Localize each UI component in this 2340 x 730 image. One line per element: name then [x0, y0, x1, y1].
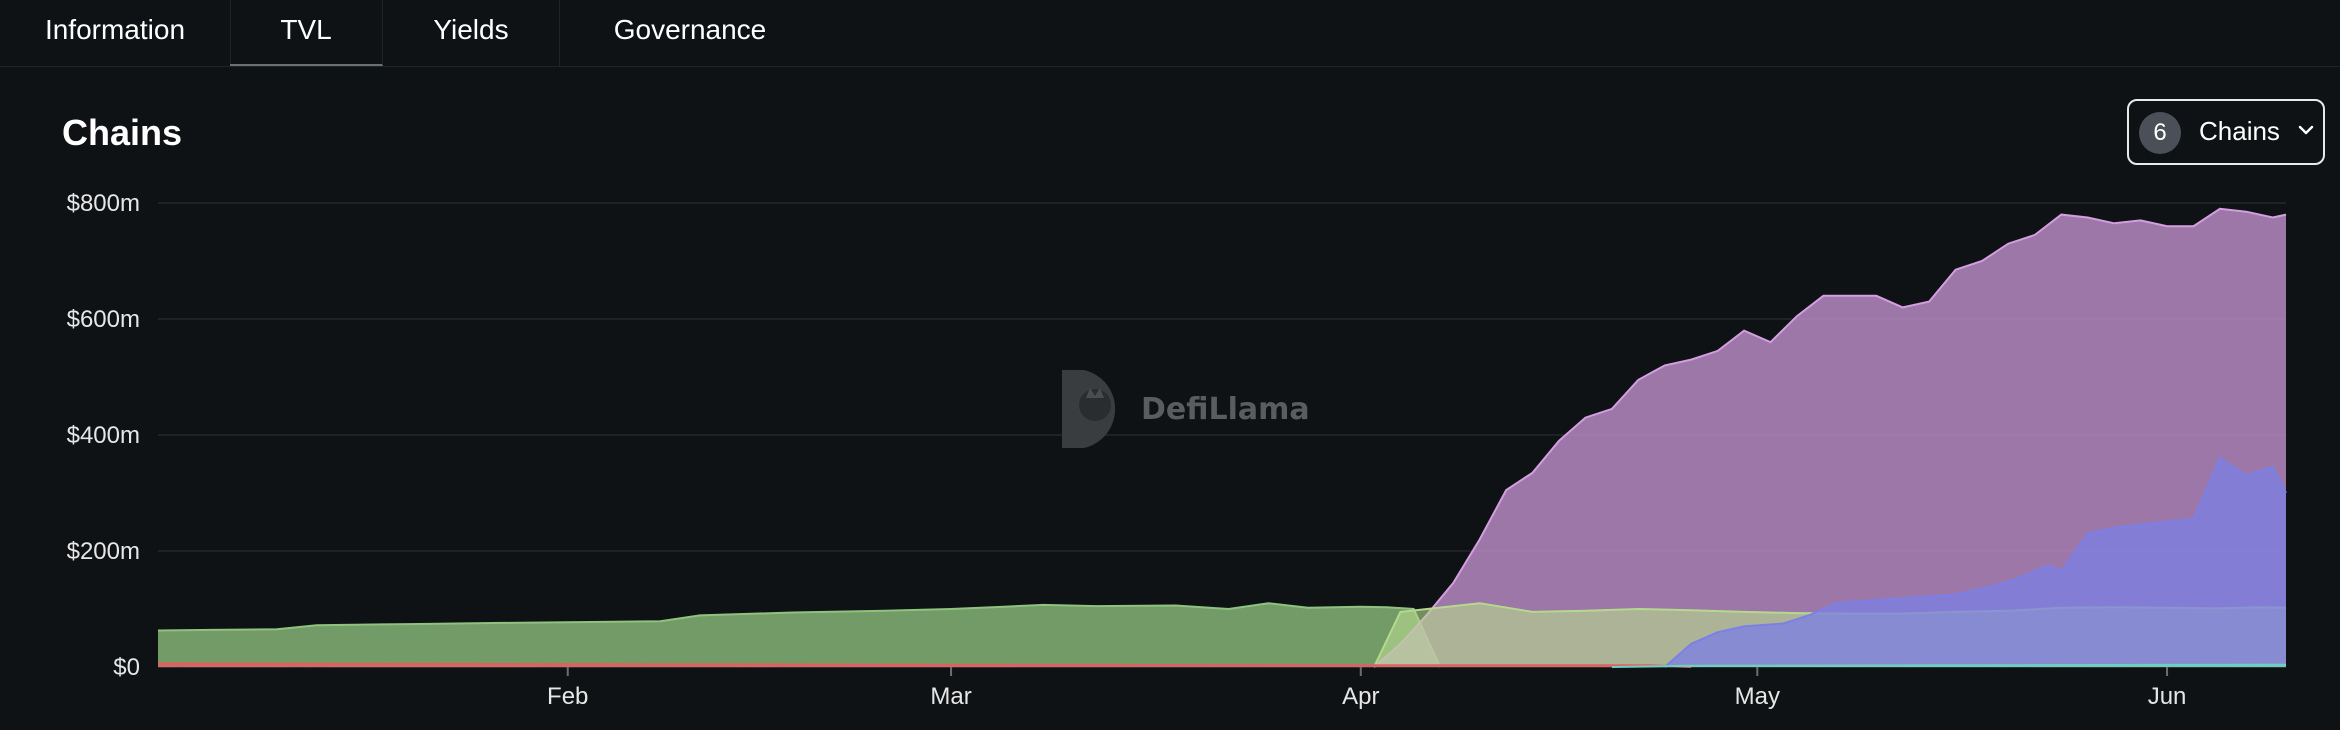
x-tick-label: Feb [547, 683, 588, 710]
chart-series [157, 207, 2287, 668]
x-tick-label: May [1735, 683, 1780, 710]
y-tick-label: $600m [67, 306, 140, 333]
x-tick-label: Mar [930, 683, 971, 710]
y-tick-label: $800m [67, 190, 140, 217]
tvl-chart: DefiLlama $0 $200m $400m $600m $800m Feb Mar Ap… [67, 190, 2287, 710]
watermark-text: DefiLlama [1141, 392, 1310, 427]
y-tick-label: $200m [67, 538, 140, 565]
defillama-watermark: DefiLlama [1062, 370, 1310, 448]
x-tick-label: Jun [2148, 683, 2187, 710]
y-tick-label: $0 [113, 654, 140, 681]
y-tick-label: $400m [67, 422, 140, 449]
x-tick-label: Apr [1342, 683, 1379, 710]
